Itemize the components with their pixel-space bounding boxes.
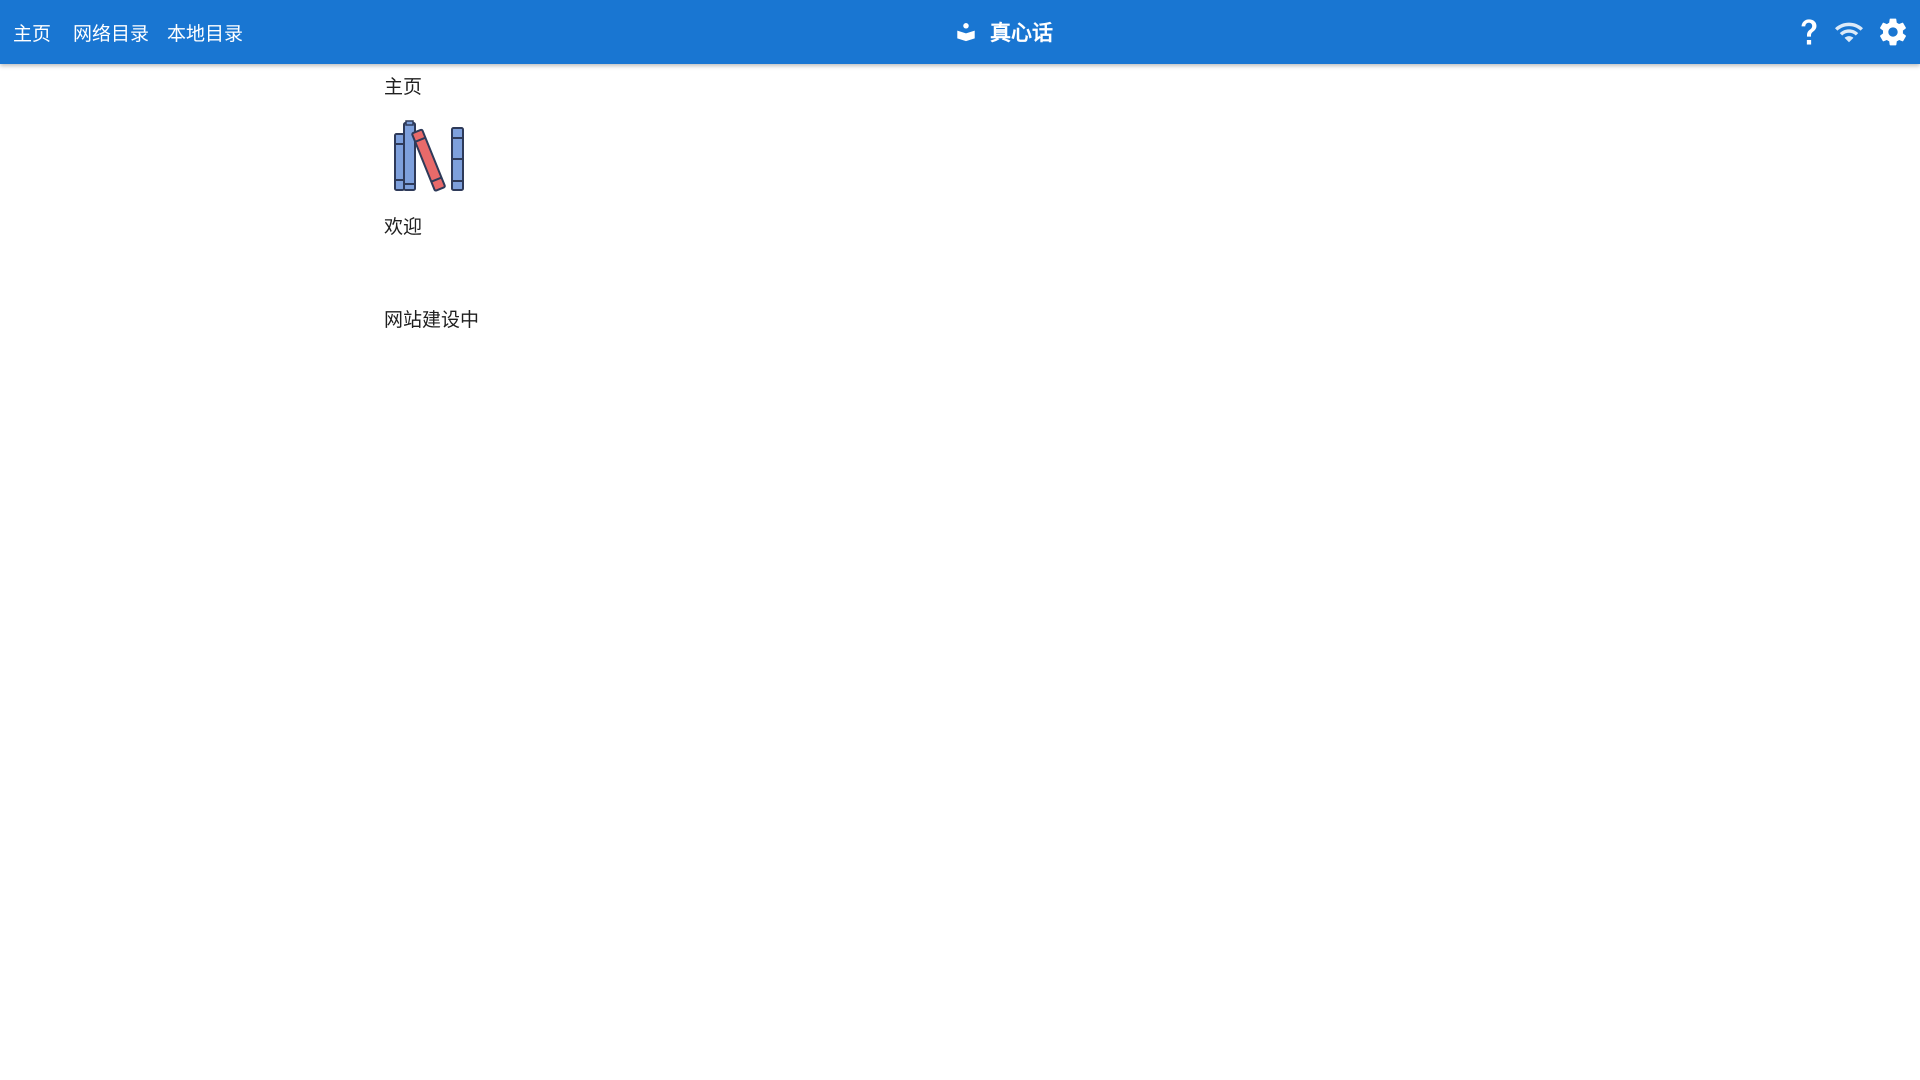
wifi-icon bbox=[1833, 16, 1865, 48]
settings-icon bbox=[1877, 16, 1909, 48]
book-reader-icon bbox=[955, 21, 977, 43]
construction-notice: 网站建设中 bbox=[384, 309, 480, 331]
nav-link-local-catalog[interactable]: 本地目录 bbox=[167, 19, 243, 46]
nav-link-network-catalog[interactable]: 网络目录 bbox=[73, 19, 149, 46]
app-bar: 主页 网络目录 本地目录 真心话 bbox=[0, 0, 1920, 64]
welcome-heading: 欢迎 bbox=[384, 216, 423, 238]
help-button[interactable] bbox=[1793, 16, 1825, 48]
wifi-button[interactable] bbox=[1833, 16, 1865, 48]
top-nav: 主页 网络目录 本地目录 bbox=[0, 0, 243, 64]
settings-button[interactable] bbox=[1877, 16, 1909, 48]
breadcrumb: 主页 bbox=[384, 76, 423, 98]
app-brand[interactable]: 真心话 bbox=[955, 0, 1053, 64]
help-icon bbox=[1793, 16, 1825, 48]
app-title: 真心话 bbox=[990, 21, 1053, 45]
books-icon bbox=[392, 118, 470, 194]
nav-link-home[interactable]: 主页 bbox=[13, 19, 51, 46]
